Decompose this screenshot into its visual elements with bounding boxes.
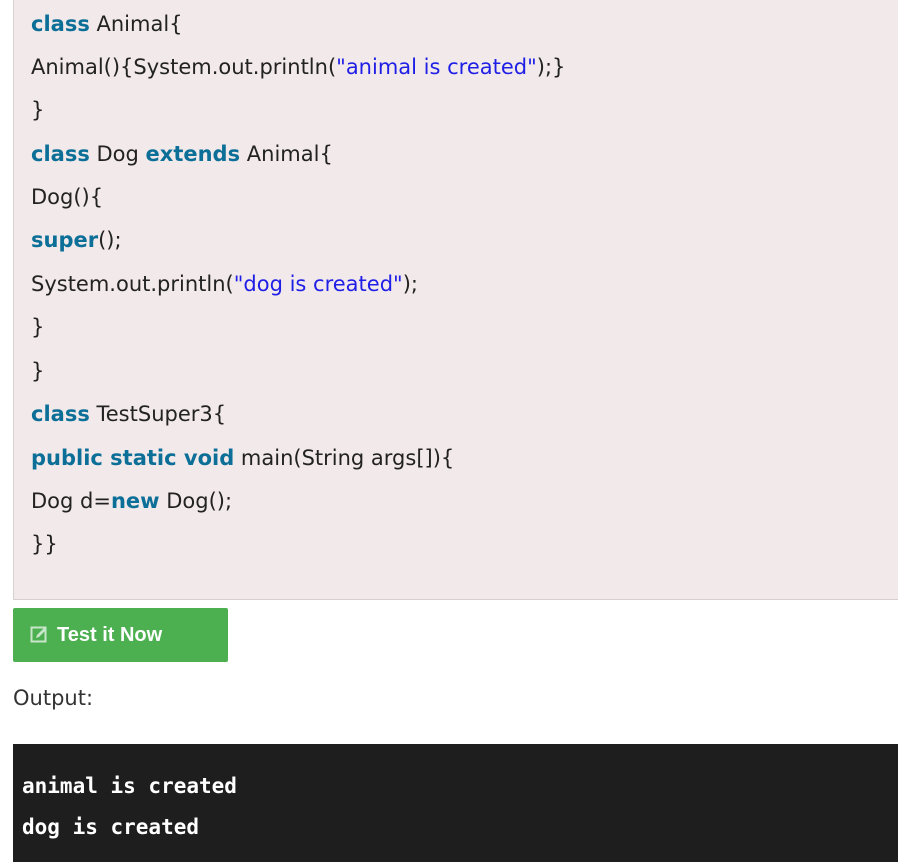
output-line: animal is created — [22, 774, 237, 798]
code-text: } — [31, 359, 45, 383]
code-string: "animal is created" — [336, 55, 537, 79]
code-line-5: Dog(){ — [31, 185, 103, 209]
code-keyword: new — [110, 489, 160, 513]
test-it-now-label: Test it Now — [57, 623, 163, 646]
code-block: class Animal{ Animal(){System.out.printl… — [13, 0, 898, 600]
code-line-6: super(); — [31, 228, 122, 252]
code-line-10: class TestSuper3{ — [31, 402, 226, 426]
code-line-13: }} — [31, 532, 58, 556]
code-keyword: class — [31, 142, 90, 166]
code-text: System.out.println( — [31, 272, 234, 296]
code-line-3: } — [31, 98, 44, 122]
test-it-now-button[interactable]: Test it Now — [13, 608, 228, 662]
edit-icon — [30, 626, 48, 644]
code-keyword: public static void — [31, 446, 235, 470]
code-line-12: Dog d=new Dog(); — [31, 489, 232, 513]
code-line-2: Animal(){System.out.println("animal is c… — [31, 55, 565, 79]
output-console: animal is created dog is created — [13, 744, 898, 862]
code-text: (); — [98, 228, 122, 252]
code-text: } — [31, 98, 45, 122]
code-text: Dog — [89, 142, 146, 166]
code-text: Dog(); — [159, 489, 233, 513]
code-text: TestSuper3{ — [89, 402, 227, 426]
code-text: } — [31, 315, 45, 339]
code-keyword: class — [31, 12, 90, 36]
code-line-9: } — [31, 359, 44, 383]
code-keyword: class — [31, 402, 90, 426]
code-line-7: System.out.println("dog is created"); — [31, 272, 418, 296]
code-text: Animal{ — [240, 142, 333, 166]
code-text: main(String args[]){ — [234, 446, 455, 470]
code-text: Animal(){System.out.println( — [31, 55, 337, 79]
output-line: dog is created — [22, 815, 200, 839]
code-string: "dog is created" — [233, 272, 403, 296]
code-text: }} — [31, 532, 58, 556]
code-line-1: class Animal{ — [31, 12, 183, 36]
code-keyword: extends — [145, 142, 241, 166]
code-text: Dog(){ — [31, 185, 104, 209]
code-line-4: class Dog extends Animal{ — [31, 142, 333, 166]
code-text: Animal{ — [89, 12, 183, 36]
code-text: Dog d= — [31, 489, 111, 513]
code-text: );} — [536, 55, 566, 79]
code-line-8: } — [31, 315, 44, 339]
code-line-11: public static void main(String args[]){ — [31, 446, 454, 470]
code-keyword: super — [31, 228, 99, 252]
code-text: ); — [402, 272, 418, 296]
output-label: Output: — [13, 686, 94, 710]
